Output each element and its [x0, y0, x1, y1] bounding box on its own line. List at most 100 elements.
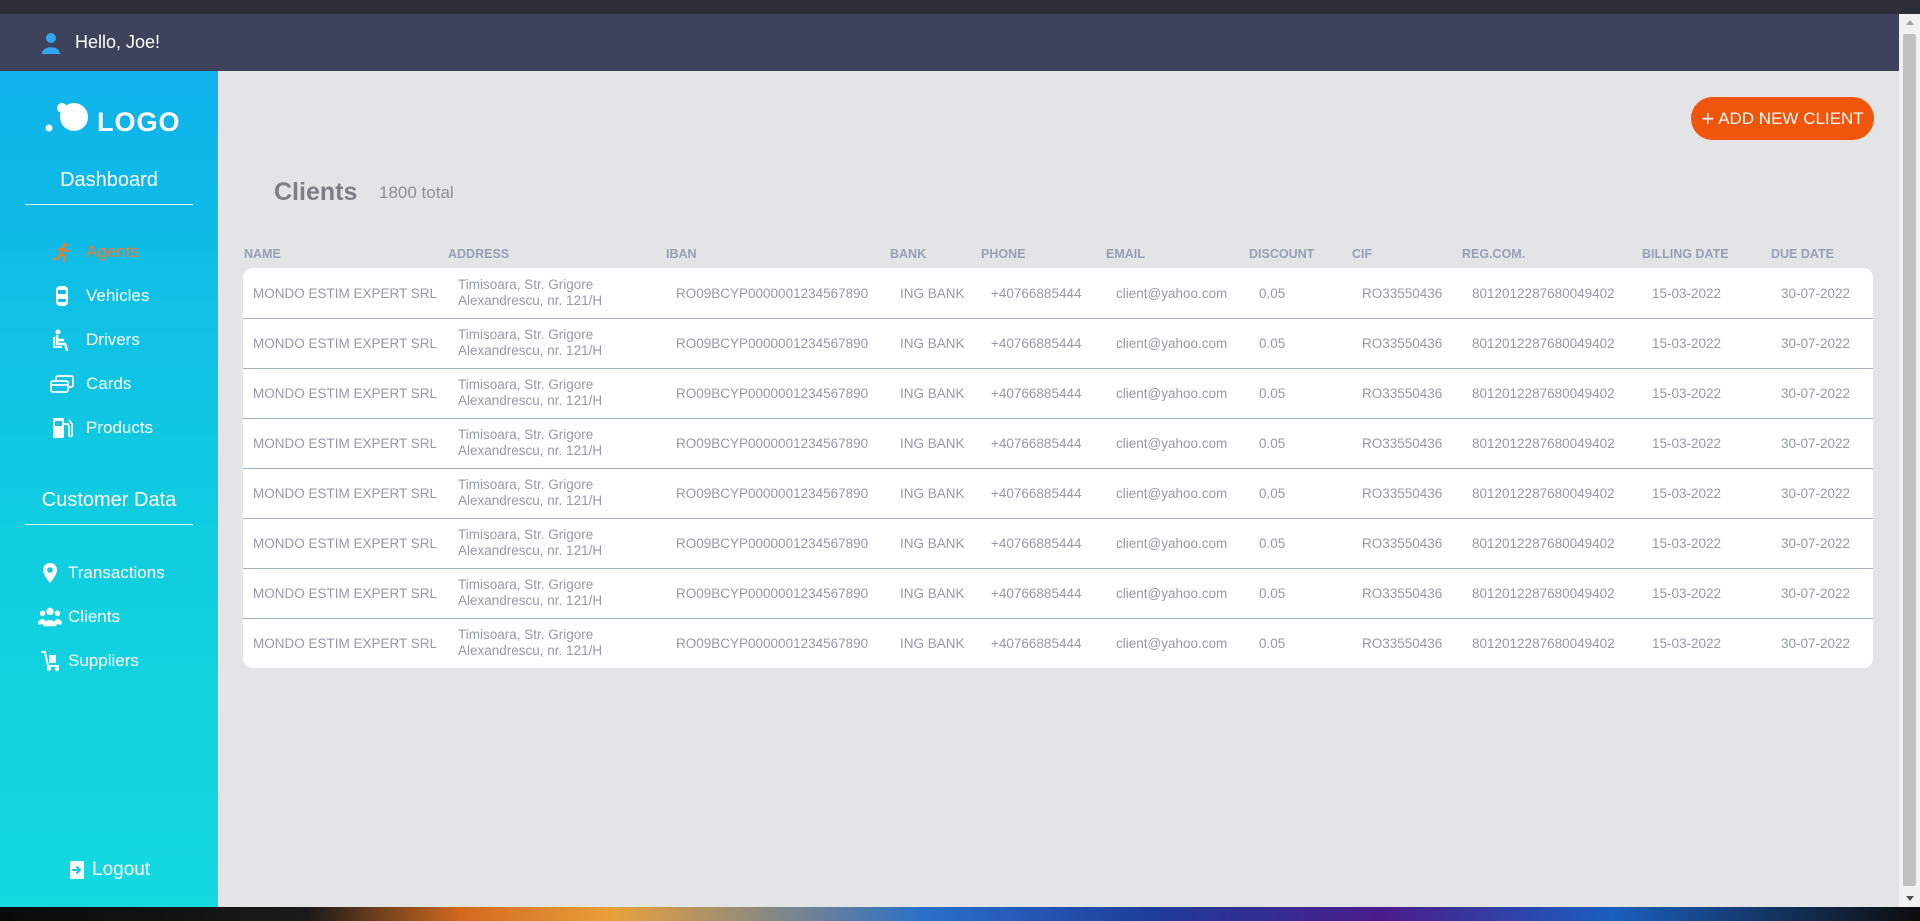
- cell-regcom: 8012012287680049402: [1472, 435, 1615, 451]
- table-row[interactable]: MONDO ESTIM EXPERT SRL Timisoara, Str. Gr…: [243, 618, 1873, 668]
- cell-bank: ING BANK: [900, 335, 965, 351]
- cell-discount: 0.05: [1259, 335, 1286, 351]
- sidebar-item-label: Drivers: [86, 330, 140, 349]
- hand-truck-icon: [38, 649, 62, 673]
- column-header-name[interactable]: NAME: [244, 247, 281, 261]
- cell-address: Timisoara, Str. Grigore Alexandrescu, nr…: [458, 527, 603, 558]
- cell-discount: 0.05: [1259, 635, 1286, 651]
- table-row[interactable]: MONDO ESTIM EXPERT SRL Timisoara, Str. Gr…: [243, 268, 1873, 319]
- cell-name: MONDO ESTIM EXPERT SRL: [253, 435, 438, 451]
- user-icon: [40, 31, 62, 55]
- cell-name: MONDO ESTIM EXPERT SRL: [253, 635, 438, 651]
- fuel-pump-icon: [50, 416, 74, 440]
- cell-name: MONDO ESTIM EXPERT SRL: [253, 285, 438, 301]
- cell-phone: +40766885444: [991, 535, 1082, 551]
- sidebar-item-label: Clients: [68, 607, 120, 626]
- sidebar-item-label: Agents: [86, 242, 139, 261]
- column-header-iban[interactable]: IBAN: [666, 247, 697, 261]
- column-header-due-date[interactable]: DUE DATE: [1771, 247, 1834, 261]
- cell-due-date: 30-07-2022: [1781, 585, 1851, 601]
- scroll-up-arrow-icon[interactable]: [1899, 14, 1920, 31]
- cell-iban: RO09BCYP0000001234567890: [676, 485, 869, 501]
- cell-email: client@yahoo.com: [1116, 535, 1228, 551]
- cell-cif: RO33550436: [1362, 335, 1443, 351]
- table-row[interactable]: MONDO ESTIM EXPERT SRL Timisoara, Str. Gr…: [243, 468, 1873, 519]
- logo[interactable]: LOGO: [45, 95, 195, 145]
- sidebar-item-cards[interactable]: Cards: [50, 372, 131, 396]
- column-header-phone[interactable]: PHONE: [981, 247, 1025, 261]
- cell-email: client@yahoo.com: [1116, 435, 1228, 451]
- cell-discount: 0.05: [1259, 285, 1286, 301]
- dashboard-section-title[interactable]: Dashboard: [25, 169, 193, 205]
- table-row[interactable]: MONDO ESTIM EXPERT SRL Timisoara, Str. Gr…: [243, 518, 1873, 569]
- column-header-bank[interactable]: BANK: [890, 247, 926, 261]
- browser-top-strip: [0, 0, 1920, 14]
- os-taskbar: [0, 907, 1920, 921]
- cell-cif: RO33550436: [1362, 285, 1443, 301]
- column-header-email[interactable]: EMAIL: [1106, 247, 1145, 261]
- column-header-address[interactable]: ADDRESS: [448, 247, 509, 261]
- table-header: NAME ADDRESS IBAN BANK PHONE EMAIL DISCO…: [244, 247, 1874, 267]
- table-row[interactable]: MONDO ESTIM EXPERT SRL Timisoara, Str. Gr…: [243, 568, 1873, 619]
- sidebar-item-products[interactable]: Products: [50, 416, 153, 440]
- table-row[interactable]: MONDO ESTIM EXPERT SRL Timisoara, Str. Gr…: [243, 368, 1873, 419]
- cell-phone: +40766885444: [991, 385, 1082, 401]
- cell-discount: 0.05: [1259, 535, 1286, 551]
- cell-cif: RO33550436: [1362, 385, 1443, 401]
- users-icon: [38, 605, 62, 629]
- logo-mark-icon: [45, 103, 88, 132]
- cell-billing-date: 15-03-2022: [1652, 435, 1722, 451]
- sidebar: LOGO Dashboard Agents Vehicles Drivers C…: [0, 71, 218, 907]
- plus-icon: +: [1701, 105, 1715, 131]
- sidebar-item-clients[interactable]: Clients: [38, 605, 120, 629]
- cell-regcom: 8012012287680049402: [1472, 535, 1615, 551]
- cell-due-date: 30-07-2022: [1781, 635, 1851, 651]
- table-row[interactable]: MONDO ESTIM EXPERT SRL Timisoara, Str. Gr…: [243, 418, 1873, 469]
- total-count: 1800 total: [379, 183, 454, 202]
- cell-email: client@yahoo.com: [1116, 335, 1228, 351]
- scroll-thumb[interactable]: [1903, 34, 1916, 886]
- column-header-discount[interactable]: DISCOUNT: [1249, 247, 1314, 261]
- cell-address: Timisoara, Str. Grigore Alexandrescu, nr…: [458, 477, 603, 508]
- cell-due-date: 30-07-2022: [1781, 485, 1851, 501]
- sidebar-item-suppliers[interactable]: Suppliers: [38, 649, 139, 673]
- cell-address: Timisoara, Str. Grigore Alexandrescu, nr…: [458, 627, 603, 658]
- logout-label: Logout: [92, 859, 151, 880]
- cell-iban: RO09BCYP0000001234567890: [676, 435, 869, 451]
- sidebar-item-drivers[interactable]: Drivers: [50, 328, 140, 352]
- cell-discount: 0.05: [1259, 435, 1286, 451]
- cell-regcom: 8012012287680049402: [1472, 485, 1615, 501]
- cell-email: client@yahoo.com: [1116, 285, 1228, 301]
- sidebar-item-label: Suppliers: [68, 651, 139, 670]
- add-new-client-label: ADD NEW CLIENT: [1718, 108, 1864, 128]
- cell-iban: RO09BCYP0000001234567890: [676, 335, 869, 351]
- cell-phone: +40766885444: [991, 485, 1082, 501]
- cell-iban: RO09BCYP0000001234567890: [676, 585, 869, 601]
- cell-billing-date: 15-03-2022: [1652, 535, 1722, 551]
- cell-discount: 0.05: [1259, 385, 1286, 401]
- sidebar-item-agents[interactable]: Agents: [50, 240, 139, 264]
- table-row[interactable]: MONDO ESTIM EXPERT SRL Timisoara, Str. Gr…: [243, 318, 1873, 369]
- cell-cif: RO33550436: [1362, 635, 1443, 651]
- sidebar-item-transactions[interactable]: Transactions: [38, 561, 165, 585]
- cell-name: MONDO ESTIM EXPERT SRL: [253, 585, 438, 601]
- customer-data-section-title[interactable]: Customer Data: [25, 489, 193, 525]
- logout-button[interactable]: Logout: [68, 859, 150, 881]
- sidebar-item-vehicles[interactable]: Vehicles: [50, 284, 149, 308]
- column-header-regcom[interactable]: REG.COM.: [1462, 247, 1525, 261]
- cell-phone: +40766885444: [991, 435, 1082, 451]
- cell-billing-date: 15-03-2022: [1652, 485, 1722, 501]
- add-new-client-button[interactable]: + ADD NEW CLIENT: [1691, 97, 1874, 140]
- cell-cif: RO33550436: [1362, 485, 1443, 501]
- column-header-billing-date[interactable]: BILLING DATE: [1642, 247, 1729, 261]
- logo-text: LOGO: [97, 107, 181, 137]
- cell-bank: ING BANK: [900, 285, 965, 301]
- cell-name: MONDO ESTIM EXPERT SRL: [253, 535, 438, 551]
- vertical-scrollbar[interactable]: [1899, 14, 1920, 907]
- scroll-down-arrow-icon[interactable]: [1899, 890, 1920, 907]
- running-person-icon: [50, 240, 74, 264]
- cell-phone: +40766885444: [991, 285, 1082, 301]
- cell-discount: 0.05: [1259, 585, 1286, 601]
- column-header-cif[interactable]: CIF: [1352, 247, 1372, 261]
- cell-iban: RO09BCYP0000001234567890: [676, 385, 869, 401]
